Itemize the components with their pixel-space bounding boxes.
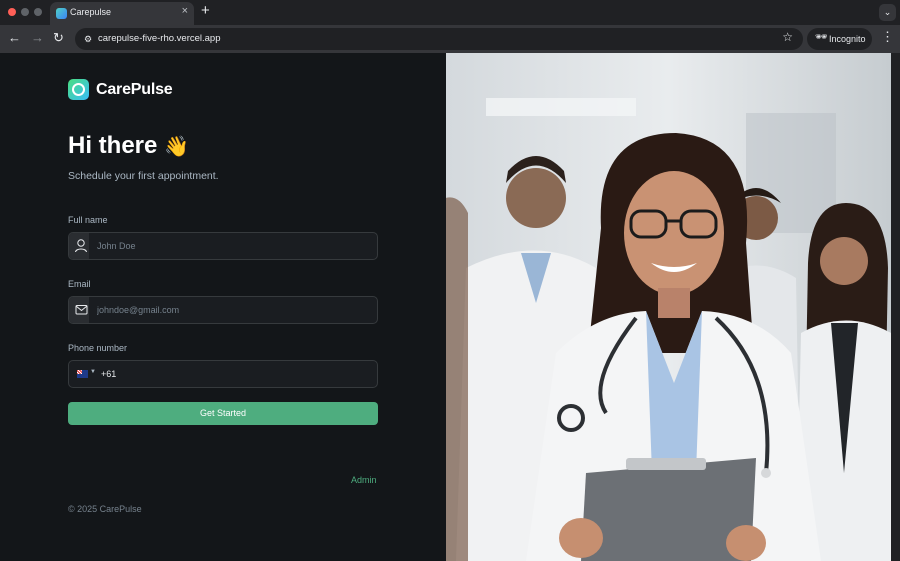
carepulse-favicon-icon <box>56 8 67 19</box>
browser-tabbar: Carepulse × + ⌄ <box>0 0 900 25</box>
browser-toolbar: ← → ↻ ⚙ carepulse-five-rho.vercel.app ☆ … <box>0 25 900 53</box>
incognito-icon: 🕶 <box>815 32 828 43</box>
incognito-label: Incognito <box>829 34 866 44</box>
brand-name: CarePulse <box>96 81 173 98</box>
page-title: Hi there 👋 <box>68 132 189 160</box>
page-scrollbar-track[interactable] <box>891 53 900 561</box>
page-title-text: Hi there <box>68 132 158 159</box>
tab-search-button[interactable]: ⌄ <box>879 4 896 21</box>
browser-menu-icon[interactable]: ⋮ <box>881 29 894 45</box>
tab-close-icon[interactable]: × <box>182 5 188 17</box>
get-started-button[interactable]: Get Started <box>68 402 378 425</box>
full-name-label: Full name <box>68 215 108 225</box>
phone-field[interactable]: ▼ +61 <box>68 360 378 388</box>
forward-button[interactable]: → <box>31 30 44 46</box>
waving-hand-icon: 👋 <box>164 136 189 158</box>
close-window-button[interactable] <box>8 8 16 16</box>
full-name-field[interactable] <box>68 232 378 260</box>
minimize-window-button[interactable] <box>21 8 29 16</box>
page-subtitle: Schedule your first appointment. <box>68 170 219 182</box>
address-bar[interactable]: ⚙ carepulse-five-rho.vercel.app ☆ <box>75 28 803 50</box>
phone-input[interactable]: +61 <box>101 369 116 379</box>
full-name-input[interactable] <box>97 233 367 259</box>
email-label: Email <box>68 279 91 289</box>
tab-carepulse[interactable]: Carepulse × <box>50 2 194 25</box>
signup-panel: CarePulse Hi there 👋 Schedule your first… <box>0 53 446 561</box>
site-info-icon[interactable]: ⚙ <box>81 32 95 46</box>
logo-mark <box>72 83 85 96</box>
phone-label: Phone number <box>68 343 128 353</box>
back-button[interactable]: ← <box>8 30 21 46</box>
url-text[interactable]: carepulse-five-rho.vercel.app <box>98 33 221 44</box>
new-tab-button[interactable]: + <box>201 3 210 19</box>
country-dropdown-chevron-icon[interactable]: ▼ <box>90 369 96 375</box>
carepulse-logo-icon <box>68 79 89 100</box>
tab-title: Carepulse <box>70 7 112 17</box>
admin-link[interactable]: Admin <box>351 475 377 485</box>
incognito-badge[interactable]: 🕶 Incognito <box>807 28 872 50</box>
reload-button[interactable]: ↻ <box>53 30 64 46</box>
hero-image <box>446 53 891 561</box>
email-input[interactable] <box>97 297 367 323</box>
copyright-text: © 2025 CarePulse <box>68 504 142 514</box>
page: CarePulse Hi there 👋 Schedule your first… <box>0 53 900 561</box>
user-icon <box>69 233 89 259</box>
bookmark-star-icon[interactable]: ☆ <box>782 30 793 44</box>
email-field[interactable] <box>68 296 378 324</box>
australia-flag-icon[interactable] <box>77 370 88 378</box>
mail-icon <box>69 297 89 323</box>
maximize-window-button[interactable] <box>34 8 42 16</box>
